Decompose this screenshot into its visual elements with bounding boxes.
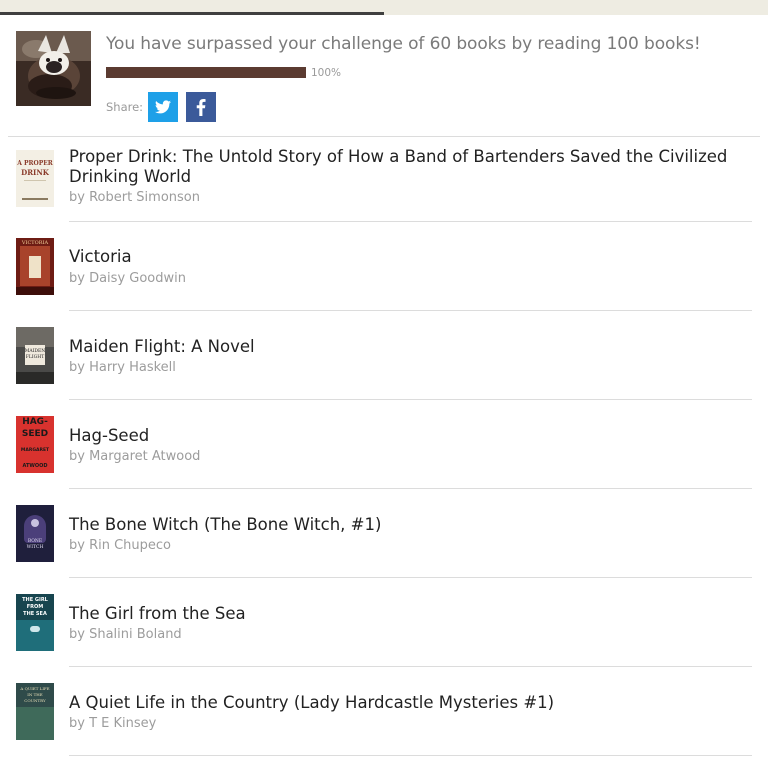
book-cover[interactable]: A PROPER DRINK (16, 150, 54, 207)
challenge-progress-label: 100% (311, 67, 342, 79)
cover-text: DRINK (21, 168, 49, 177)
cover-text: FLIGHT (25, 355, 45, 360)
book-author[interactable]: by Robert Simonson (69, 190, 200, 205)
list-item[interactable]: HAG- SEED MARGARET ATWOOD Hag-Seed by Ma… (0, 400, 768, 489)
cover-text: SEED (21, 429, 49, 439)
book-title[interactable]: Hag-Seed (69, 426, 749, 446)
avatar[interactable] (16, 31, 91, 106)
book-cover[interactable]: BONE WITCH (16, 505, 54, 562)
cover-text: MAIDEN (24, 349, 46, 354)
cover-text: FROM (26, 604, 44, 610)
challenge-progress-bar (106, 67, 306, 78)
book-author[interactable]: by T E Kinsey (69, 716, 156, 731)
cover-text: HAG- (22, 417, 48, 427)
item-divider (69, 755, 752, 756)
book-cover[interactable]: THE GIRL FROM THE SEA (16, 594, 54, 651)
book-author[interactable]: by Daisy Goodwin (69, 271, 186, 286)
cover-text: IN THE (27, 692, 43, 697)
book-author[interactable]: by Harry Haskell (69, 360, 176, 375)
list-item[interactable]: A QUIET LIFE IN THE COUNTRY A Quiet Life… (0, 667, 768, 756)
cover-text: VICTORIA (21, 240, 49, 246)
book-title[interactable]: The Girl from the Sea (69, 604, 749, 624)
cover-text: THE SEA (23, 611, 47, 617)
list-item[interactable]: MAIDEN FLIGHT Maiden Flight: A Novel by … (0, 311, 768, 400)
cover-text: MARGARET (20, 448, 50, 453)
share-label: Share: (106, 100, 144, 114)
book-title[interactable]: Proper Drink: The Untold Story of How a … (69, 147, 749, 187)
list-item[interactable]: BONE WITCH The Bone Witch (The Bone Witc… (0, 489, 768, 578)
book-title[interactable]: Maiden Flight: A Novel (69, 337, 749, 357)
book-author[interactable]: by Rin Chupeco (69, 538, 171, 553)
reading-challenge-panel: You have surpassed your challenge of 60 … (16, 31, 760, 126)
cover-text: WITCH (26, 545, 44, 550)
book-cover[interactable]: VICTORIA (16, 238, 54, 295)
cover-text: A PROPER (17, 160, 53, 167)
book-cover[interactable]: HAG- SEED MARGARET ATWOOD (16, 416, 54, 473)
facebook-share-button[interactable] (186, 92, 216, 122)
book-author[interactable]: by Shalini Boland (69, 627, 182, 642)
twitter-share-button[interactable] (148, 92, 178, 122)
book-author[interactable]: by Margaret Atwood (69, 449, 200, 464)
book-cover[interactable]: MAIDEN FLIGHT (16, 327, 54, 384)
list-item[interactable]: A PROPER DRINK Proper Drink: The Untold … (0, 137, 768, 222)
challenge-progress-fill (106, 67, 306, 78)
facebook-icon (196, 98, 206, 116)
cover-text: THE GIRL (22, 597, 48, 603)
cover-text: A QUIET LIFE (20, 686, 50, 691)
cover-text: BONE (27, 539, 43, 544)
list-item[interactable]: THE GIRL FROM THE SEA The Girl from the … (0, 578, 768, 667)
cover-text: COUNTRY (24, 698, 46, 703)
top-progress-strip (0, 0, 768, 15)
top-progress-indicator (0, 12, 384, 15)
book-title[interactable]: Victoria (69, 247, 749, 267)
list-item[interactable]: VICTORIA Victoria by Daisy Goodwin (0, 222, 768, 311)
challenge-message: You have surpassed your challenge of 60 … (106, 34, 701, 54)
book-cover[interactable]: A QUIET LIFE IN THE COUNTRY (16, 683, 54, 740)
twitter-icon (155, 100, 171, 114)
cover-text: ATWOOD (22, 463, 48, 469)
book-title[interactable]: The Bone Witch (The Bone Witch, #1) (69, 515, 749, 535)
book-title[interactable]: A Quiet Life in the Country (Lady Hardca… (69, 693, 749, 713)
